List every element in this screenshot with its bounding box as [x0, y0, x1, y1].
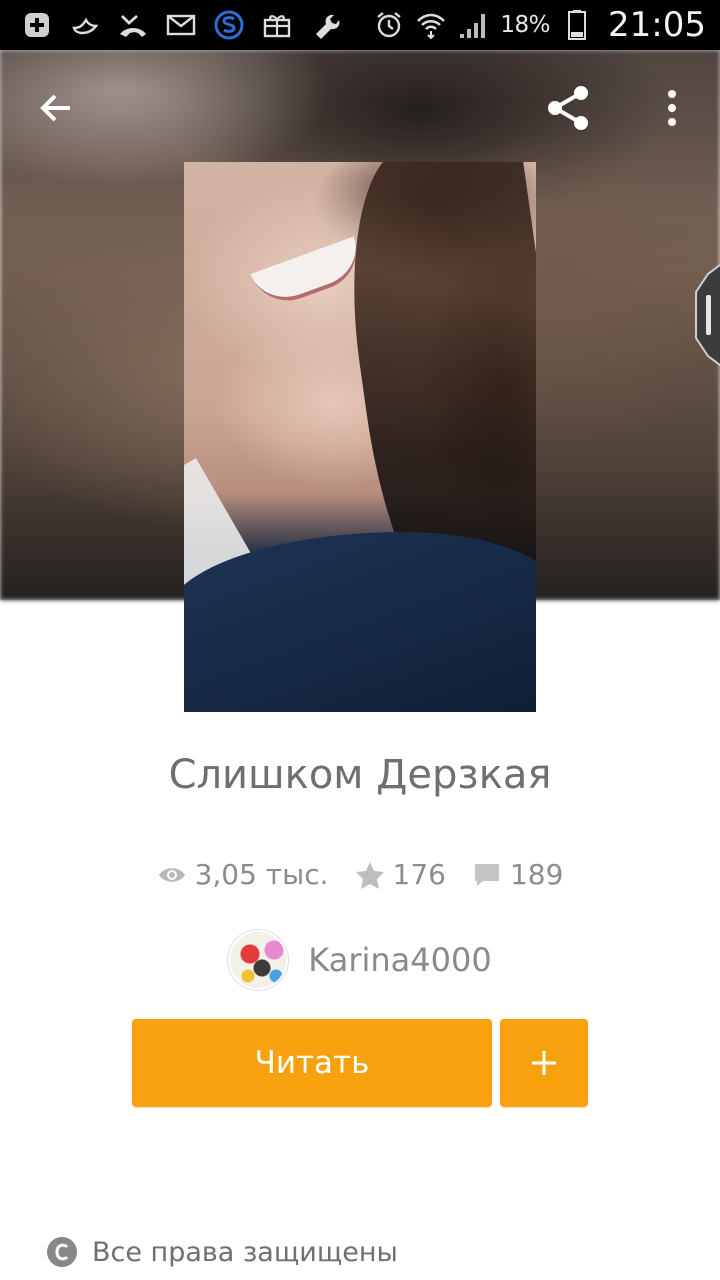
author-avatar[interactable] — [228, 930, 289, 990]
author-row[interactable]: Karina4000 — [0, 930, 720, 990]
story-title: Слишком Дерзкая — [168, 752, 552, 798]
plus-icon — [532, 1051, 556, 1075]
more-options-button[interactable] — [648, 80, 696, 136]
add-to-library-button[interactable] — [500, 1019, 588, 1107]
s-app-icon — [214, 10, 244, 40]
author-name[interactable]: Karina4000 — [308, 941, 491, 979]
views-count: 3,05 тыс. — [194, 858, 329, 891]
votes-stat: 176 — [355, 858, 446, 891]
wifi-icon — [416, 10, 446, 40]
votes-count: 176 — [392, 858, 446, 891]
story-cover-image[interactable] — [184, 162, 536, 712]
story-stats: 3,05 тыс. 176 189 — [0, 858, 720, 891]
arrow-left-icon — [40, 94, 70, 122]
missed-call-icon — [118, 10, 148, 40]
bird-icon — [70, 10, 100, 40]
story-details-screen: 18% 21:05 Слишком Дерзкая 3,05 тыс. 176 … — [0, 0, 720, 1280]
back-button[interactable] — [30, 82, 82, 134]
copyright-icon — [47, 1237, 77, 1267]
wrench-icon — [310, 10, 340, 40]
copyright-notice: Все права защищены — [46, 1236, 398, 1268]
cover-shirt-area — [184, 532, 536, 712]
clock: 21:05 — [608, 5, 706, 45]
add-notification-icon — [22, 10, 52, 40]
copyright-label: Все права защищены — [92, 1236, 398, 1268]
battery-icon — [562, 10, 592, 40]
status-bar: 18% 21:05 — [0, 0, 720, 50]
more-vert-icon — [668, 90, 676, 126]
comment-icon — [474, 863, 499, 886]
gift-icon — [262, 10, 292, 40]
alarm-icon — [374, 10, 404, 40]
side-panel-handle[interactable] — [694, 262, 720, 368]
comments-count: 189 — [509, 858, 564, 891]
share-icon — [548, 86, 588, 130]
mail-icon — [166, 10, 196, 40]
eye-icon — [158, 867, 185, 882]
signal-icon — [458, 10, 488, 40]
drawer-handle-icon — [695, 263, 720, 367]
battery-percent: 18% — [500, 12, 551, 38]
read-button[interactable]: Читать — [132, 1019, 492, 1107]
share-button[interactable] — [540, 80, 596, 136]
cover-smile — [250, 236, 368, 312]
star-icon — [355, 861, 384, 889]
comments-stat: 189 — [472, 858, 563, 891]
app-toolbar — [0, 60, 720, 150]
views-stat: 3,05 тыс. — [157, 858, 329, 891]
